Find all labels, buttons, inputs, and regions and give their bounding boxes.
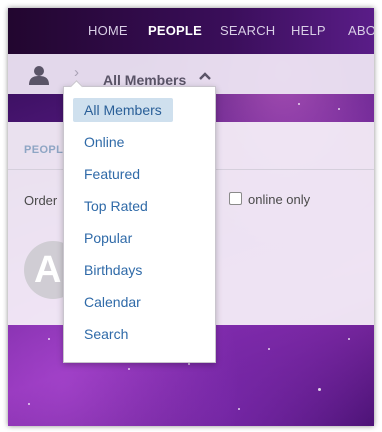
nav-people[interactable]: PEOPLE (148, 23, 202, 38)
nav-home[interactable]: HOME (88, 23, 128, 38)
menu-item-birthdays[interactable]: Birthdays (73, 258, 153, 282)
menu-item-all-members[interactable]: All Members (73, 98, 173, 122)
browser-frame: HOME PEOPLE SEARCH HELP ABO › All Member… (8, 8, 374, 426)
members-dropdown-menu: All Members Online Featured Top Rated Po… (63, 80, 216, 363)
menu-item-popular[interactable]: Popular (73, 226, 143, 250)
nav-search[interactable]: SEARCH (220, 23, 275, 38)
menu-item-search[interactable]: Search (73, 322, 139, 346)
section-title: PEOPL (24, 144, 64, 156)
menu-item-top-rated[interactable]: Top Rated (73, 194, 159, 218)
top-navigation: HOME PEOPLE SEARCH HELP ABO (8, 8, 374, 54)
chevron-up-icon[interactable] (198, 71, 212, 81)
menu-item-featured[interactable]: Featured (73, 162, 151, 186)
user-icon[interactable] (28, 64, 50, 86)
online-only-label[interactable]: online only (248, 192, 310, 207)
online-only-checkbox[interactable] (229, 192, 242, 205)
nav-about[interactable]: ABO (348, 23, 374, 38)
menu-item-calendar[interactable]: Calendar (73, 290, 152, 314)
nav-help[interactable]: HELP (291, 23, 326, 38)
order-label: Order (24, 193, 58, 208)
breadcrumb-separator: › (74, 64, 79, 81)
menu-item-online[interactable]: Online (73, 130, 135, 154)
